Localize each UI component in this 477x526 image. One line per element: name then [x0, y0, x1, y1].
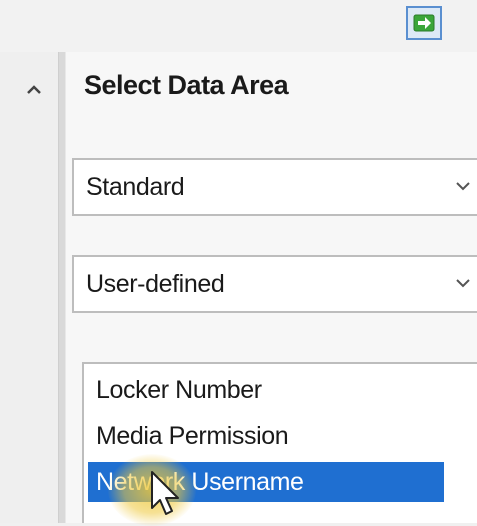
list-item[interactable]: Media Permission [84, 416, 444, 456]
section-title: Select Data Area [84, 70, 289, 100]
go-button[interactable] [406, 6, 442, 40]
chevron-down-icon [456, 182, 470, 191]
data-area-subtype-dropdown[interactable]: User-defined [72, 255, 477, 313]
collapse-button[interactable] [22, 78, 46, 102]
data-area-type-dropdown[interactable]: Standard [72, 158, 477, 216]
chevron-up-icon [27, 85, 41, 94]
left-strip [0, 52, 58, 523]
panel-splitter[interactable] [58, 52, 66, 523]
mouse-pointer-icon [151, 471, 179, 515]
chevron-down-icon [456, 279, 470, 288]
toolbar [0, 0, 477, 52]
green-arrow-right-icon [413, 14, 435, 32]
list-item[interactable]: Locker Number [84, 370, 444, 410]
dropdown-value: Standard [86, 173, 185, 201]
dropdown-value: User-defined [86, 270, 225, 298]
